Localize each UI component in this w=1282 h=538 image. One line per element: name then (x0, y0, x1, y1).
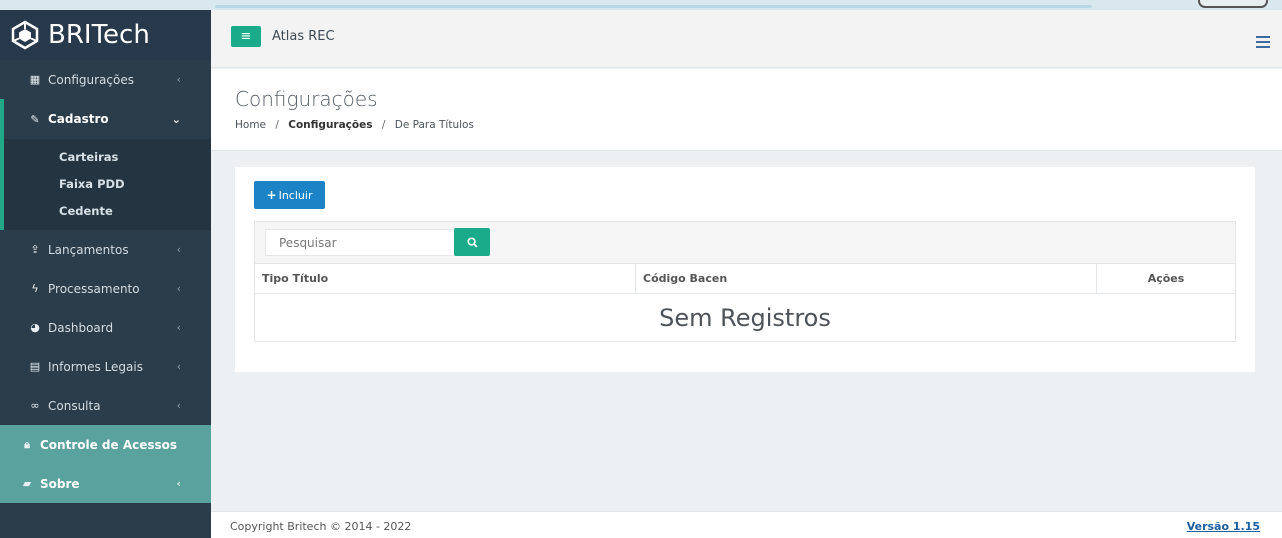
chevron-left-icon: ‹ (176, 243, 181, 256)
sidebar-item-dashboard[interactable]: ◕ Dashboard ‹ (0, 308, 211, 347)
sidebar-item-label: Lançamentos (48, 242, 129, 257)
hamburger-menu-icon[interactable] (1256, 36, 1270, 51)
edit-icon: ✎ (30, 112, 40, 126)
brand-logo[interactable]: BRITech (0, 10, 211, 60)
sidebar-subitem-carteiras[interactable]: Carteiras (4, 143, 211, 170)
version-link[interactable]: Versão 1.15 (1187, 520, 1260, 533)
top-header: ≡ Atlas REC (211, 10, 1282, 68)
sidebar-item-label: Controle de Acessos (40, 437, 178, 452)
content-panel: + Incluir Pesquisar Tipo Título Código B… (235, 167, 1255, 372)
add-button-label: Incluir (278, 188, 313, 202)
column-header-codigo-bacen[interactable]: Código Bacen (636, 264, 1097, 293)
sidebar-item-controle-de-acessos[interactable]: 🔒︎ Controle de Acessos (0, 425, 211, 464)
sidebar-item-label: Informes Legais (48, 359, 143, 374)
page-title: Configurações (235, 87, 378, 111)
records-table: Pesquisar Tipo Título Código Bacen Ações… (254, 221, 1236, 342)
table-header: Tipo Título Código Bacen Ações (255, 264, 1235, 294)
building-icon: ▤ (29, 360, 41, 373)
search-button[interactable] (454, 228, 490, 256)
page-footer: Copyright Britech © 2014 - 2022 Versão 1… (211, 511, 1282, 538)
sidebar-item-cadastro[interactable]: ✎ Cadastro ⌄ (0, 99, 211, 139)
sidebar-item-label: Configurações (48, 72, 134, 87)
brand-name: BRITech (48, 20, 150, 50)
chevron-left-icon: ‹ (176, 282, 181, 295)
breadcrumb-current: De Para Títulos (394, 119, 474, 131)
upload-icon: ⇪ (30, 243, 40, 256)
chevron-left-icon: ‹ (176, 477, 181, 490)
browser-top-strip (0, 0, 1282, 10)
sidebar-item-informes-legais[interactable]: ▤ Informes Legais ‹ (0, 347, 211, 386)
sidebar: BRITech ▦ Configurações ‹ ✎ Cadastro ⌄ C… (0, 10, 211, 538)
binoculars-icon: ∞ (30, 399, 40, 412)
sidebar-item-label: Dashboard (48, 320, 114, 335)
sidebar-item-lancamentos[interactable]: ⇪ Lançamentos ‹ (0, 230, 211, 269)
breadcrumb-home[interactable]: Home (235, 119, 266, 131)
breadcrumb-separator: / (381, 119, 386, 131)
bolt-icon: ϟ (31, 282, 39, 295)
app-title: Atlas REC (272, 29, 335, 44)
copyright-text: Copyright Britech © 2014 - 2022 (230, 520, 412, 533)
sidebar-subitem-faixa-pdd[interactable]: Faixa PDD (4, 170, 211, 197)
book-icon: ▰ (22, 477, 32, 490)
search-row: Pesquisar (255, 222, 1235, 264)
sidebar-subitem-cedente[interactable]: Cedente (4, 197, 211, 224)
chevron-left-icon: ‹ (176, 399, 181, 412)
breadcrumb-section[interactable]: Configurações (288, 119, 372, 131)
add-button[interactable]: + Incluir (254, 181, 325, 209)
sidebar-item-configuracoes[interactable]: ▦ Configurações ‹ (0, 60, 211, 99)
chevron-left-icon: ‹ (176, 321, 181, 334)
sidebar-item-label: Cadastro (48, 112, 109, 126)
search-icon (466, 236, 478, 248)
menu-icon: ≡ (240, 29, 252, 44)
grid-icon: ▦ (29, 73, 41, 86)
sidebar-item-sobre[interactable]: ▰ Sobre ‹ (0, 464, 211, 503)
plus-icon: + (266, 188, 277, 202)
chevron-left-icon: ‹ (176, 360, 181, 373)
top-strip-pill (1198, 0, 1268, 8)
chevron-down-icon: ⌄ (171, 112, 181, 126)
page-heading: Configurações Home / Configurações / De … (211, 69, 1282, 151)
lock-icon: 🔒︎ (24, 437, 30, 451)
breadcrumb: Home / Configurações / De Para Títulos (235, 119, 474, 131)
sidebar-item-processamento[interactable]: ϟ Processamento ‹ (0, 269, 211, 308)
sidebar-item-label: Sobre (40, 476, 80, 491)
sidebar-toggle-button[interactable]: ≡ (231, 26, 261, 47)
pie-chart-icon: ◕ (30, 321, 40, 334)
sidebar-item-label: Consulta (48, 398, 101, 413)
search-input[interactable]: Pesquisar (265, 229, 455, 256)
sidebar-item-consulta[interactable]: ∞ Consulta ‹ (0, 386, 211, 425)
column-header-tipo-titulo[interactable]: Tipo Título (255, 264, 636, 293)
britech-logo-icon (11, 20, 39, 50)
column-header-acoes: Ações (1147, 272, 1185, 285)
sidebar-item-label: Processamento (48, 281, 140, 296)
chevron-left-icon: ‹ (176, 73, 181, 86)
top-strip-bar (215, 5, 1092, 8)
cadastro-submenu: Carteiras Faixa PDD Cedente (0, 139, 211, 230)
empty-state-message: Sem Registros (659, 304, 831, 332)
sidebar-menu: ▦ Configurações ‹ ✎ Cadastro ⌄ Carteiras… (0, 60, 211, 503)
breadcrumb-separator: / (275, 119, 279, 131)
